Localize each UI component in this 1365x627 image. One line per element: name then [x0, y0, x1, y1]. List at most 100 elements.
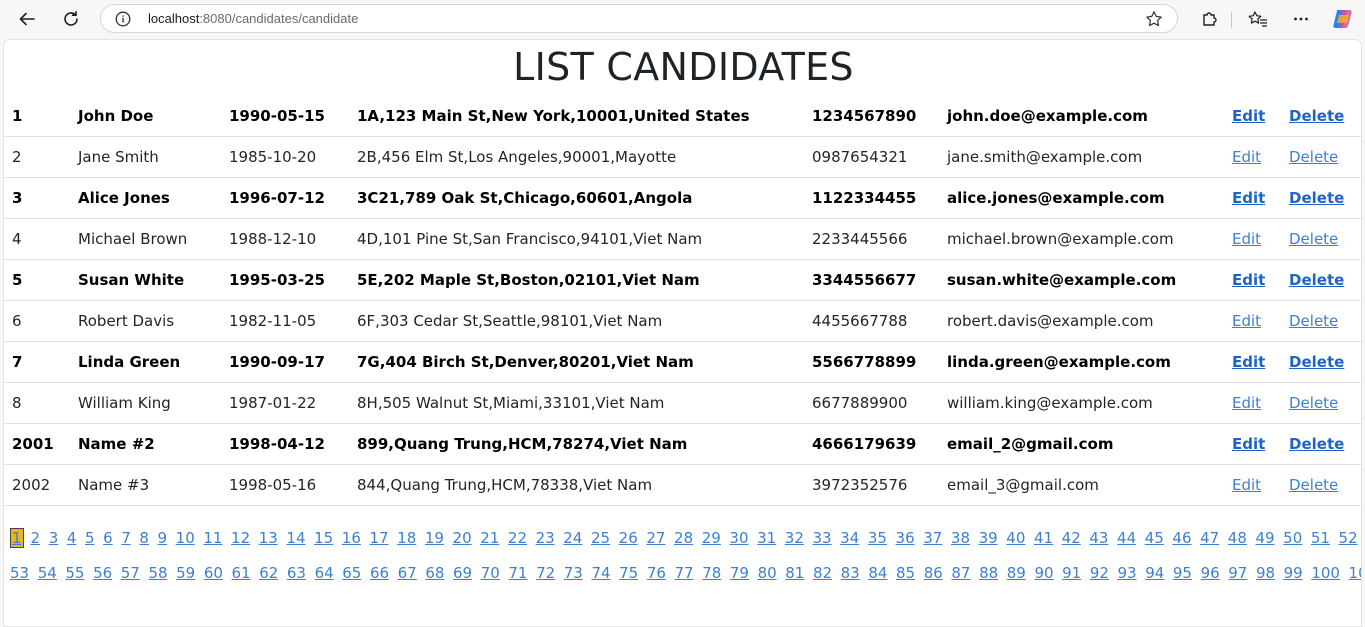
page-link[interactable]: 64 — [315, 564, 334, 582]
page-link[interactable]: 36 — [896, 529, 915, 547]
edit-link[interactable]: Edit — [1232, 465, 1261, 505]
info-icon[interactable] — [115, 11, 131, 27]
delete-link[interactable]: Delete — [1289, 96, 1344, 136]
delete-link[interactable]: Delete — [1289, 424, 1344, 464]
page-link[interactable]: 44 — [1117, 529, 1136, 547]
page-link[interactable]: 12 — [231, 529, 250, 547]
page-link[interactable]: 88 — [979, 564, 998, 582]
address-bar[interactable]: localhost:8080/candidates/candidate — [100, 4, 1178, 33]
edit-link[interactable]: Edit — [1232, 424, 1265, 464]
page-link[interactable]: 27 — [646, 529, 665, 547]
edit-link[interactable]: Edit — [1232, 137, 1261, 177]
page-link[interactable]: 101 — [1349, 564, 1361, 582]
delete-link[interactable]: Delete — [1289, 178, 1344, 218]
url-text[interactable]: localhost:8080/candidates/candidate — [148, 11, 358, 26]
page-link[interactable]: 4 — [67, 529, 77, 547]
page-link[interactable]: 76 — [647, 564, 666, 582]
page-link[interactable]: 67 — [398, 564, 417, 582]
page-link[interactable]: 29 — [702, 529, 721, 547]
page-link[interactable]: 22 — [508, 529, 527, 547]
page-link[interactable]: 94 — [1145, 564, 1164, 582]
page-link[interactable]: 38 — [951, 529, 970, 547]
page-link[interactable]: 48 — [1228, 529, 1247, 547]
page-link[interactable]: 17 — [369, 529, 388, 547]
page-link[interactable]: 37 — [923, 529, 942, 547]
delete-link[interactable]: Delete — [1289, 260, 1344, 300]
page-link[interactable]: 10 — [176, 529, 195, 547]
page-link[interactable]: 75 — [619, 564, 638, 582]
back-button[interactable] — [12, 5, 42, 33]
page-link[interactable]: 2 — [31, 529, 41, 547]
page-link[interactable]: 72 — [536, 564, 555, 582]
delete-link[interactable]: Delete — [1289, 219, 1338, 259]
page-link[interactable]: 74 — [591, 564, 610, 582]
page-link[interactable]: 68 — [425, 564, 444, 582]
page-link[interactable]: 97 — [1228, 564, 1247, 582]
page-link[interactable]: 39 — [979, 529, 998, 547]
delete-link[interactable]: Delete — [1289, 465, 1338, 505]
page-link[interactable]: 58 — [148, 564, 167, 582]
page-link[interactable]: 73 — [564, 564, 583, 582]
page-link[interactable]: 80 — [758, 564, 777, 582]
delete-link[interactable]: Delete — [1289, 342, 1344, 382]
more-button[interactable] — [1286, 5, 1316, 33]
page-link[interactable]: 31 — [757, 529, 776, 547]
page-link[interactable]: 8 — [139, 529, 149, 547]
page-link[interactable]: 20 — [453, 529, 472, 547]
page-link[interactable]: 7 — [121, 529, 131, 547]
page-link[interactable]: 81 — [785, 564, 804, 582]
page-link[interactable]: 100 — [1311, 564, 1340, 582]
page-link[interactable]: 79 — [730, 564, 749, 582]
page-link[interactable]: 99 — [1284, 564, 1303, 582]
page-link[interactable]: 56 — [93, 564, 112, 582]
favorite-star-icon[interactable] — [1145, 10, 1163, 28]
page-link[interactable]: 63 — [287, 564, 306, 582]
page-link[interactable]: 66 — [370, 564, 389, 582]
page-link[interactable]: 23 — [536, 529, 555, 547]
page-link[interactable]: 70 — [481, 564, 500, 582]
page-link[interactable]: 98 — [1256, 564, 1275, 582]
page-link[interactable]: 89 — [1007, 564, 1026, 582]
page-link[interactable]: 6 — [103, 529, 113, 547]
page-link[interactable]: 26 — [619, 529, 638, 547]
page-link[interactable]: 62 — [259, 564, 278, 582]
page-link[interactable]: 15 — [314, 529, 333, 547]
page-link[interactable]: 61 — [232, 564, 251, 582]
delete-link[interactable]: Delete — [1289, 301, 1338, 341]
page-link[interactable]: 43 — [1089, 529, 1108, 547]
page-link[interactable]: 90 — [1034, 564, 1053, 582]
page-link[interactable]: 1 — [10, 528, 24, 548]
page-link[interactable]: 60 — [204, 564, 223, 582]
page-link[interactable]: 13 — [259, 529, 278, 547]
page-link[interactable]: 21 — [480, 529, 499, 547]
edit-link[interactable]: Edit — [1232, 383, 1261, 423]
delete-link[interactable]: Delete — [1289, 137, 1338, 177]
page-link[interactable]: 93 — [1118, 564, 1137, 582]
page-link[interactable]: 45 — [1145, 529, 1164, 547]
page-link[interactable]: 54 — [38, 564, 57, 582]
page-link[interactable]: 19 — [425, 529, 444, 547]
page-link[interactable]: 96 — [1201, 564, 1220, 582]
page-link[interactable]: 95 — [1173, 564, 1192, 582]
edit-link[interactable]: Edit — [1232, 96, 1265, 136]
page-link[interactable]: 16 — [342, 529, 361, 547]
edit-link[interactable]: Edit — [1232, 301, 1261, 341]
page-link[interactable]: 92 — [1090, 564, 1109, 582]
edit-link[interactable]: Edit — [1232, 178, 1265, 218]
page-link[interactable]: 35 — [868, 529, 887, 547]
page-link[interactable]: 55 — [65, 564, 84, 582]
page-link[interactable]: 91 — [1062, 564, 1081, 582]
page-link[interactable]: 28 — [674, 529, 693, 547]
edit-link[interactable]: Edit — [1232, 260, 1265, 300]
page-link[interactable]: 51 — [1311, 529, 1330, 547]
delete-link[interactable]: Delete — [1289, 383, 1338, 423]
page-link[interactable]: 32 — [785, 529, 804, 547]
page-link[interactable]: 5 — [85, 529, 95, 547]
page-link[interactable]: 42 — [1062, 529, 1081, 547]
page-link[interactable]: 30 — [729, 529, 748, 547]
page-link[interactable]: 9 — [158, 529, 168, 547]
page-link[interactable]: 85 — [896, 564, 915, 582]
extensions-button[interactable] — [1194, 5, 1224, 33]
page-link[interactable]: 52 — [1339, 529, 1358, 547]
copilot-button[interactable] — [1328, 5, 1358, 33]
